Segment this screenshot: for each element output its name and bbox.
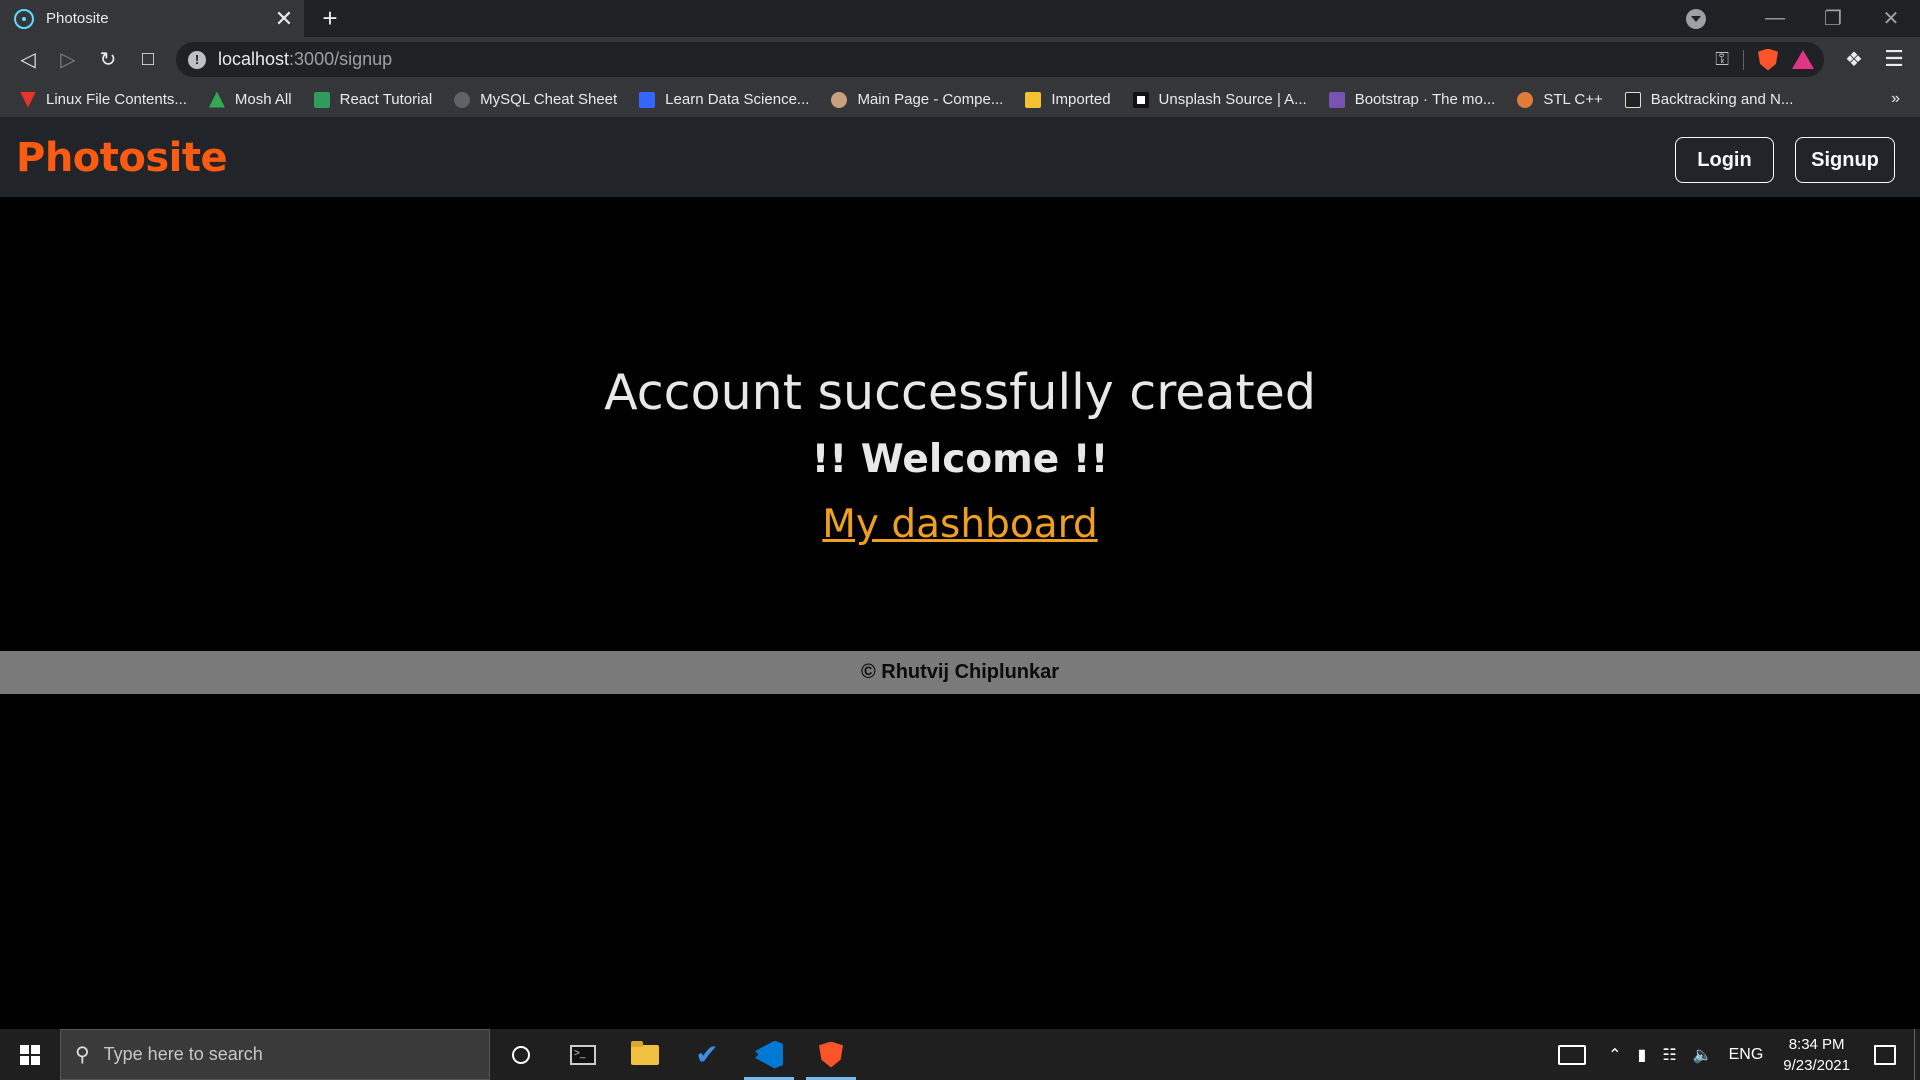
google-drive-icon [208,91,225,108]
news-widget-icon[interactable] [1558,1044,1587,1065]
site-footer: © Rhutvij Chiplunkar [0,651,1920,694]
chevron-up-icon[interactable]: ⌃ [1608,1045,1621,1065]
site-brand[interactable]: Photosite [16,135,228,181]
reload-icon[interactable]: ↻ [88,40,128,80]
brave-rewards-icon[interactable] [1792,50,1814,69]
browser-tab-strip: Photosite ✕ + — ❐ ✕ [0,0,1920,37]
terminal-app[interactable]: >_ [552,1029,614,1080]
site-navbar: Photosite Login Signup [0,117,1920,197]
bookmark-item[interactable]: Main Page - Compe... [831,91,1003,108]
cortana-button[interactable] [490,1029,552,1080]
divider [1743,49,1744,70]
signup-button[interactable]: Signup [1795,137,1895,183]
window-controls: — ❐ ✕ [1686,0,1920,37]
bookmark-favicon-icon [831,91,848,108]
bookmark-item[interactable]: Unsplash Source | A... [1132,91,1307,108]
bookmark-item[interactable]: Learn Data Science... [639,91,809,108]
bookmark-folder[interactable]: Imported [1025,91,1111,108]
web-page: Photosite Login Signup Account successfu… [0,117,1920,1029]
brave-icon [819,1041,843,1068]
tab-search-icon[interactable] [1686,8,1706,29]
close-window-icon[interactable]: ✕ [1862,0,1920,37]
login-button[interactable]: Login [1675,137,1774,183]
vscode-icon [755,1040,783,1069]
bookmark-item[interactable]: Mosh All [208,91,292,108]
bookmarks-bar: Linux File Contents... Mosh All React Tu… [0,82,1920,117]
search-icon: ⚲ [75,1044,90,1066]
github-icon [454,91,471,108]
new-tab-button[interactable]: + [316,3,344,33]
more-bookmarks-icon[interactable]: » [1891,90,1900,108]
battery-icon[interactable]: ▮ [1638,1045,1647,1065]
menu-icon[interactable]: ☰ [1878,43,1910,75]
forward-icon[interactable]: ▷ [48,40,88,80]
language-indicator[interactable]: ENG [1729,1046,1764,1064]
notification-icon[interactable] [1874,1044,1896,1065]
clock-time: 8:34 PM [1788,1035,1845,1053]
file-explorer-app[interactable] [614,1029,676,1080]
success-heading: Account successfully created [604,364,1316,421]
w3schools-icon [313,91,330,108]
bookmark-favicon-icon [20,91,36,108]
close-tab-icon[interactable]: ✕ [270,5,298,33]
folder-icon [1025,91,1042,108]
bookmark-item[interactable]: Linux File Contents... [20,91,187,108]
minimize-icon[interactable]: — [1746,0,1804,37]
bookmark-item[interactable]: React Tutorial [313,91,432,108]
vscode-app[interactable] [738,1029,800,1080]
volume-icon[interactable]: 🔈 [1693,1045,1713,1065]
bookmark-favicon-icon [639,91,656,108]
main-content: Account successfully created !! Welcome … [0,197,1920,650]
bookmark-item[interactable]: STL C++ [1517,91,1603,108]
site-info-icon[interactable]: ! [188,50,206,69]
bookmark-favicon-icon [1517,91,1534,108]
restore-icon[interactable]: ❐ [1804,0,1862,37]
bookmark-item[interactable]: Backtracking and N... [1624,91,1793,108]
system-tray: ⌃ ▮ ☷ 🔈 ENG 8:34 PM 9/23/2021 [1558,1029,1920,1080]
bookmark-item[interactable]: MySQL Cheat Sheet [454,91,617,108]
clock-date: 9/23/2021 [1783,1056,1850,1074]
taskbar-search[interactable]: ⚲ Type here to search [60,1029,490,1080]
terminal-icon: >_ [570,1044,596,1065]
brave-shield-icon[interactable] [1758,48,1778,71]
todo-app[interactable]: ✔ [676,1029,738,1080]
address-bar-actions: ⚿ [1715,42,1814,77]
folder-icon [631,1040,659,1065]
url-text: localhost:3000/signup [218,49,393,69]
clock[interactable]: 8:34 PM 9/23/2021 [1783,1034,1850,1076]
browser-toolbar: ◁ ▷ ↻ □ ! localhost:3000/signup ⚿ ❖ ☰ [0,37,1920,82]
show-desktop-button[interactable] [1914,1029,1920,1080]
welcome-message: !! Welcome !! [811,437,1109,482]
bookmark-favicon-icon [1624,91,1641,108]
back-icon[interactable]: ◁ [8,40,48,80]
bootstrap-icon [1328,91,1345,108]
key-icon[interactable]: ⚿ [1715,49,1729,70]
wifi-icon[interactable]: ☷ [1662,1045,1676,1065]
react-icon [14,8,34,29]
search-placeholder: Type here to search [103,1044,263,1064]
dashboard-link[interactable]: My dashboard [822,502,1097,547]
brave-app[interactable] [800,1029,862,1080]
extensions-icon[interactable]: ❖ [1838,43,1870,75]
cortana-icon [512,1045,530,1064]
windows-icon [20,1044,40,1065]
start-button[interactable] [0,1029,60,1080]
tab-title: Photosite [46,10,109,27]
address-bar[interactable]: ! localhost:3000/signup ⚿ [176,42,1824,77]
windows-taskbar: ⚲ Type here to search >_ ✔ ⌃ ▮ ☷ 🔈 ENG 8… [0,1029,1920,1080]
bookmark-icon[interactable]: □ [128,40,168,80]
bookmark-item[interactable]: Bootstrap · The mo... [1328,91,1495,108]
dashboard-link-wrap: My dashboard [0,502,1920,547]
checkmark-icon: ✔ [695,1039,719,1070]
unsplash-icon [1132,91,1149,108]
browser-tab-photosite[interactable]: Photosite ✕ [0,0,304,37]
